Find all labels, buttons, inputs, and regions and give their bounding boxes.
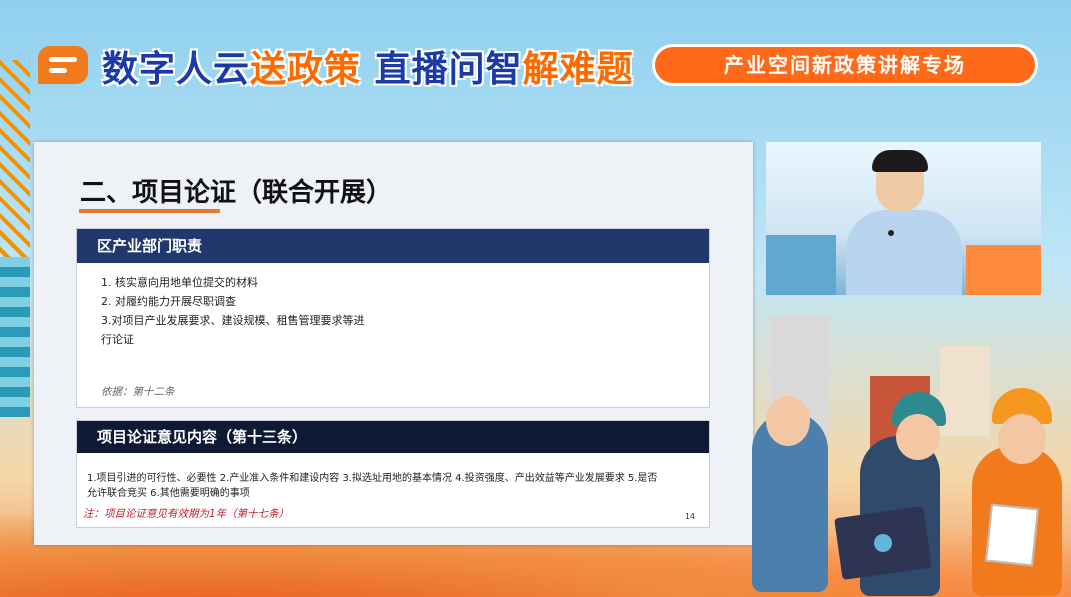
broadcast-title: 数字人云送政策 直播问智解难题 xyxy=(102,40,634,92)
section-heading: 区产业部门职责 xyxy=(77,229,709,263)
list-item: 2. 对履约能力开展尽职调查 xyxy=(101,295,236,308)
worker-face xyxy=(766,396,810,446)
building-decoration xyxy=(0,257,30,417)
title-part-3: 直播问智 xyxy=(361,49,523,90)
slide-title: 二、项目论证（联合开展） xyxy=(80,178,393,208)
opinion-content: 1.项目引进的可行性、必要性 2.产业准入条件和建设内容 3.拟选址用地的基本情… xyxy=(87,471,697,501)
cartoon-building xyxy=(940,346,990,436)
content-line: 允许联合竞买 6.其他需要明确的事项 xyxy=(87,488,250,499)
content-line: 1.项目引进的可行性、必要性 2.产业准入条件和建设内容 3.拟选址用地的基本情… xyxy=(87,473,658,484)
section-opinion-content: 项目论证意见内容（第十三条） 1.项目引进的可行性、必要性 2.产业准入条件和建… xyxy=(76,420,710,528)
broadcast-header: 数字人云送政策 直播问智解难题 产业空间新政策讲解专场 xyxy=(0,38,1071,96)
presenter-video xyxy=(766,142,1041,295)
background-building xyxy=(966,245,1041,295)
section-department-duties: 区产业部门职责 1. 核实意向用地单位提交的材料 2. 对履约能力开展尽职调查 … xyxy=(76,228,710,408)
presenter-hair xyxy=(872,150,928,172)
title-part-2: 送政策 xyxy=(250,49,362,90)
presentation-slide: 二、项目论证（联合开展） 区产业部门职责 1. 核实意向用地单位提交的材料 2.… xyxy=(34,142,753,545)
clipboard-icon xyxy=(985,503,1039,567)
presenter-body xyxy=(846,210,962,295)
list-item: 行论证 xyxy=(101,333,134,346)
page-number: 14 xyxy=(684,512,695,521)
worker-face xyxy=(998,414,1046,464)
chat-bubble-icon xyxy=(38,46,88,84)
cartoon-illustration xyxy=(740,296,1071,597)
validity-note: 注：项目论证意见有效期为1年（第十七条） xyxy=(83,508,290,520)
worker-face xyxy=(896,414,940,460)
basis-text: 依据：第十二条 xyxy=(101,386,175,398)
title-part-4: 解难题 xyxy=(522,49,634,90)
list-item: 1. 核实意向用地单位提交的材料 xyxy=(101,276,258,289)
duty-list: 1. 核实意向用地单位提交的材料 2. 对履约能力开展尽职调查 3.对项目产业发… xyxy=(77,263,709,349)
section-heading: 项目论证意见内容（第十三条） xyxy=(77,421,709,453)
lapel-mic xyxy=(888,230,894,236)
background-building xyxy=(766,235,836,295)
laptop-icon xyxy=(834,506,932,580)
title-part-1: 数字人云 xyxy=(102,49,251,90)
session-topic-badge: 产业空间新政策讲解专场 xyxy=(652,44,1038,86)
list-item: 3.对项目产业发展要求、建设规模、租售管理要求等进 xyxy=(101,314,365,327)
title-underline xyxy=(79,209,220,213)
laptop-logo-icon xyxy=(872,532,894,554)
